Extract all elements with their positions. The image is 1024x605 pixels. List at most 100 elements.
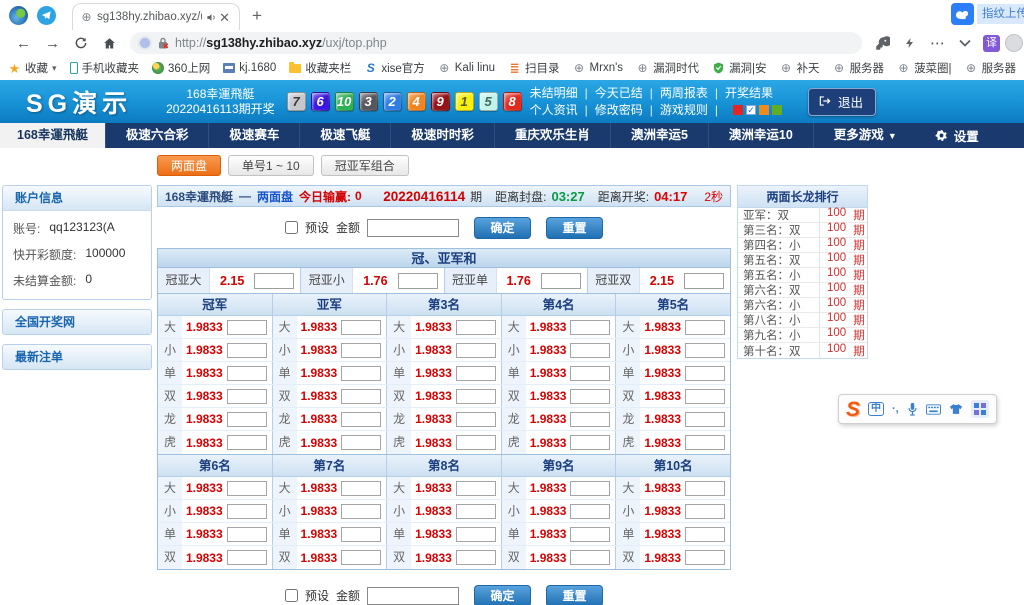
bet-amount-input[interactable] xyxy=(684,273,724,289)
bet-amount-input[interactable] xyxy=(227,366,267,381)
bet-amount-input[interactable] xyxy=(570,504,610,519)
preset-checkbox[interactable] xyxy=(285,221,298,234)
netdisk-icon[interactable] xyxy=(951,3,974,25)
sogou-logo-icon[interactable]: S xyxy=(846,399,860,420)
nav-tab-澳洲幸运5[interactable]: 澳洲幸运5 xyxy=(610,123,708,148)
bet-amount-input[interactable] xyxy=(456,320,496,335)
bookmark-item[interactable]: 手机收藏夹 xyxy=(70,60,140,76)
avatar[interactable] xyxy=(1005,34,1023,52)
bet-amount-input[interactable] xyxy=(541,273,581,289)
home-icon[interactable] xyxy=(102,36,117,51)
bet-amount-input[interactable] xyxy=(227,412,267,427)
bet-amount-input[interactable] xyxy=(685,389,725,404)
amount-input[interactable] xyxy=(367,587,459,605)
bet-amount-input[interactable] xyxy=(685,550,725,565)
bookmark-item[interactable]: 收藏夹栏 xyxy=(289,60,351,76)
ime-mode-icon[interactable]: 中 xyxy=(868,402,884,416)
nav-tab-重庆欢乐生肖[interactable]: 重庆欢乐生肖 xyxy=(494,123,610,148)
header-link[interactable]: 个人资讯 xyxy=(530,102,578,119)
bet-amount-input[interactable] xyxy=(456,366,496,381)
subtab-单号1 ~ 10[interactable]: 单号1 ~ 10 xyxy=(228,155,314,176)
nav-tab-极速赛车[interactable]: 极速赛车 xyxy=(208,123,299,148)
bet-amount-input[interactable] xyxy=(570,366,610,381)
bet-amount-input[interactable] xyxy=(685,366,725,381)
bookmark-item[interactable]: ★收藏▾ xyxy=(8,60,57,76)
sidebar-panel-title[interactable]: 最新注单 xyxy=(3,345,151,369)
bet-amount-input[interactable] xyxy=(685,320,725,335)
bet-amount-input[interactable] xyxy=(570,550,610,565)
nav-tab-168幸運飛艇[interactable]: 168幸運飛艇 xyxy=(0,123,105,148)
header-link[interactable]: 修改密码 xyxy=(595,102,643,119)
nav-tab-澳洲幸运10[interactable]: 澳洲幸运10 xyxy=(708,123,813,148)
telegram-icon[interactable] xyxy=(37,6,56,25)
more-menu-icon[interactable]: ⋯ xyxy=(930,36,945,51)
bet-amount-input[interactable] xyxy=(456,481,496,496)
bet-amount-input[interactable] xyxy=(227,435,267,450)
skin-shirt-icon[interactable] xyxy=(949,403,963,415)
logout-button[interactable]: 退出 xyxy=(808,88,876,116)
bookmark-item[interactable]: 360上网 xyxy=(152,60,210,76)
bookmark-item[interactable]: ⊕补天 xyxy=(780,60,820,76)
status-square-icon[interactable] xyxy=(733,105,743,115)
bet-amount-input[interactable] xyxy=(341,343,381,358)
bet-amount-input[interactable] xyxy=(341,504,381,519)
bet-amount-input[interactable] xyxy=(685,412,725,427)
bet-amount-input[interactable] xyxy=(685,343,725,358)
amount-input[interactable] xyxy=(367,219,459,237)
bet-amount-input[interactable] xyxy=(254,273,294,289)
status-square-icon[interactable] xyxy=(759,105,769,115)
bet-amount-input[interactable] xyxy=(227,550,267,565)
confirm-button[interactable]: 确定 xyxy=(474,217,531,239)
reset-button[interactable]: 重置 xyxy=(546,217,603,239)
preset-checkbox[interactable] xyxy=(285,589,298,602)
bet-amount-input[interactable] xyxy=(456,435,496,450)
bet-amount-input[interactable] xyxy=(570,412,610,427)
password-key-icon[interactable] xyxy=(875,36,890,51)
subtab-冠亚军组合[interactable]: 冠亚军组合 xyxy=(321,155,409,176)
bet-amount-input[interactable] xyxy=(570,435,610,450)
chevron-collapse-icon[interactable] xyxy=(959,39,971,47)
microphone-icon[interactable] xyxy=(907,402,918,416)
bet-amount-input[interactable] xyxy=(227,389,267,404)
browser-tab[interactable]: ⊕ sg138hy.zhibao.xyz/uxj/t ✕ xyxy=(72,3,240,30)
subtab-两面盘[interactable]: 两面盘 xyxy=(157,155,221,176)
nav-tab-极速六合彩[interactable]: 极速六合彩 xyxy=(105,123,209,148)
nav-tab-极速时时彩[interactable]: 极速时时彩 xyxy=(390,123,494,148)
bet-amount-input[interactable] xyxy=(570,320,610,335)
bet-amount-input[interactable] xyxy=(227,504,267,519)
bet-amount-input[interactable] xyxy=(456,412,496,427)
header-link[interactable]: 今天已结 xyxy=(595,85,643,102)
bookmark-item[interactable]: ⊕Mrxn's xyxy=(573,62,624,75)
ime-toolbar[interactable]: S 中 ·, xyxy=(838,394,997,424)
insecure-lock-icon[interactable] xyxy=(157,37,169,50)
ime-menu-grid-icon[interactable] xyxy=(971,400,989,418)
status-checkbox-icon[interactable]: ✓ xyxy=(746,105,756,115)
bet-amount-input[interactable] xyxy=(456,550,496,565)
bet-amount-input[interactable] xyxy=(227,343,267,358)
bookmark-item[interactable]: ⊕菠菜圈| xyxy=(897,60,952,76)
bookmark-item[interactable]: ⊕服务器 xyxy=(833,60,885,76)
translate-extension-icon[interactable]: 译 xyxy=(983,35,1000,52)
bet-amount-input[interactable] xyxy=(341,320,381,335)
bet-amount-input[interactable] xyxy=(341,366,381,381)
header-link[interactable]: 两周报表 xyxy=(660,85,708,102)
bet-amount-input[interactable] xyxy=(341,435,381,450)
bet-amount-input[interactable] xyxy=(456,504,496,519)
new-tab-button[interactable]: + xyxy=(252,6,262,26)
bet-amount-input[interactable] xyxy=(341,481,381,496)
bookmark-item[interactable]: kj.1680 xyxy=(223,62,276,74)
nav-tab-极速飞艇[interactable]: 极速飞艇 xyxy=(299,123,390,148)
lightning-icon[interactable] xyxy=(904,36,916,50)
bet-amount-input[interactable] xyxy=(227,481,267,496)
hint-pill[interactable]: 指纹上传 xyxy=(977,4,1024,24)
header-link[interactable]: 游戏规则 xyxy=(660,102,708,119)
bet-amount-input[interactable] xyxy=(227,320,267,335)
browser-logo-icon[interactable] xyxy=(9,6,28,25)
status-square-icon[interactable] xyxy=(772,105,782,115)
header-link[interactable]: 未结明细 xyxy=(530,85,578,102)
confirm-button[interactable]: 确定 xyxy=(474,585,531,605)
bet-amount-input[interactable] xyxy=(398,273,438,289)
keyboard-icon[interactable] xyxy=(926,404,941,415)
bet-amount-input[interactable] xyxy=(341,527,381,542)
back-icon[interactable]: ← xyxy=(16,36,31,51)
